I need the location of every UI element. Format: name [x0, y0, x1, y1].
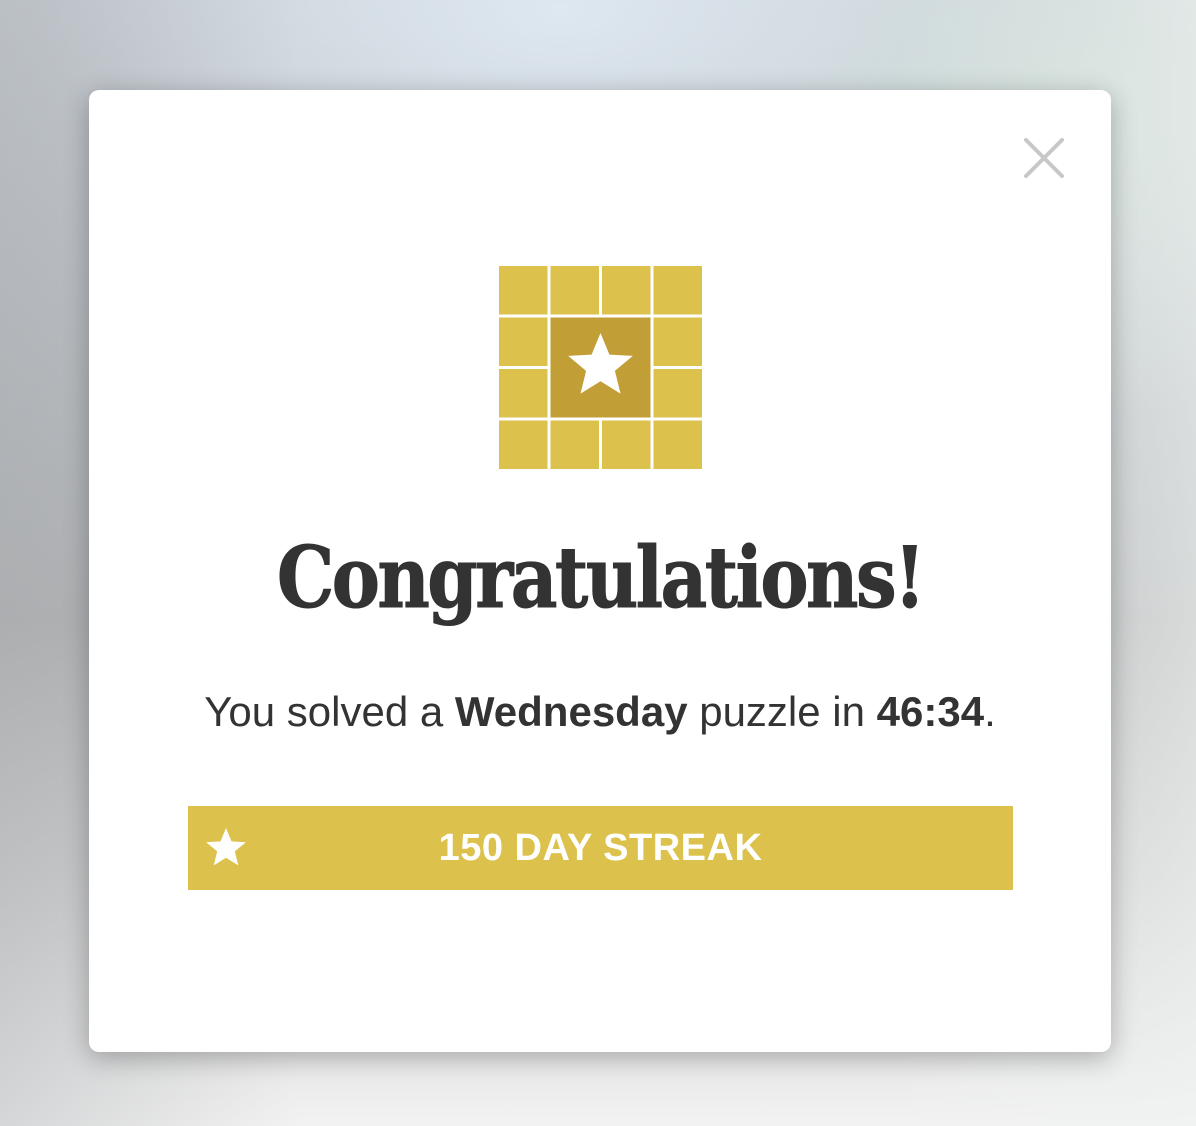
dialog-title: Congratulations!: [276, 528, 926, 628]
streak-label: 150 DAY STREAK: [438, 827, 763, 869]
summary-prefix: You solved a: [204, 688, 455, 735]
summary-suffix: .: [984, 688, 996, 735]
close-button[interactable]: [1020, 134, 1068, 182]
gold-star-grid-icon: [499, 266, 702, 469]
solve-time: 46:34: [876, 688, 985, 735]
streak-button[interactable]: 150 DAY STREAK: [188, 806, 1013, 890]
close-icon: [1024, 138, 1064, 178]
puzzle-day: Wednesday: [454, 688, 688, 735]
congratulations-dialog: Congratulations! You solved a Wednesday …: [89, 90, 1111, 1052]
summary-middle: puzzle in: [687, 688, 877, 735]
solve-summary: You solved a Wednesday puzzle in 46:34.: [89, 684, 1111, 740]
